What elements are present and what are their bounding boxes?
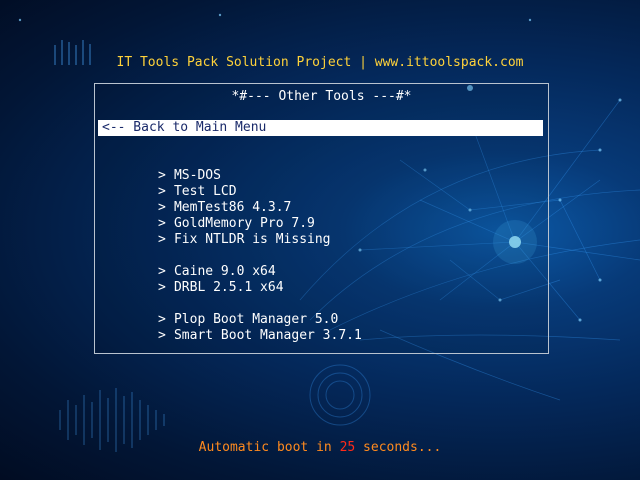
menu-title: *#--- Other Tools ---#*	[231, 89, 412, 104]
header-title: IT Tools Pack Solution Project | www.itt…	[116, 55, 524, 70]
auto-boot-countdown: Automatic boot in 25 seconds...	[0, 440, 640, 456]
menu-item-goldmemory[interactable]: > GoldMemory Pro 7.9	[111, 200, 315, 231]
menu-item-memtest86[interactable]: > MemTest86 4.3.7	[111, 184, 291, 215]
chevron-right-icon: >	[157, 280, 166, 295]
menu-panel: *#--- Other Tools ---#* <-- Back to Main…	[94, 83, 549, 354]
chevron-right-icon: >	[157, 328, 166, 343]
boot-menu-screen: IT Tools Pack Solution Project | www.itt…	[0, 0, 640, 480]
menu-item-label: Fix NTLDR is Missing	[173, 232, 331, 247]
back-to-main-menu-item[interactable]: <-- Back to Main Menu	[98, 120, 543, 136]
menu-item-label: Smart Boot Manager 3.7.1	[173, 328, 362, 343]
menu-item-drbl[interactable]: > DRBL 2.5.1 x64	[111, 264, 284, 295]
menu-item-label: DRBL 2.5.1 x64	[173, 280, 284, 295]
menu-item-ms-dos[interactable]: > MS-DOS	[111, 152, 221, 183]
countdown-seconds: 25	[339, 440, 356, 455]
countdown-prefix: Automatic boot in	[198, 440, 340, 455]
menu-item-caine[interactable]: > Caine 9.0 x64	[111, 248, 276, 279]
countdown-suffix: seconds...	[355, 440, 442, 455]
menu-item-smart-boot-manager[interactable]: > Smart Boot Manager 3.7.1	[111, 312, 362, 343]
menu-item-fix-ntldr[interactable]: > Fix NTLDR is Missing	[111, 216, 331, 247]
menu-item-plop-boot-manager[interactable]: > Plop Boot Manager 5.0	[111, 296, 338, 327]
menu-item-test-lcd[interactable]: > Test LCD	[111, 168, 237, 199]
chevron-right-icon: >	[157, 232, 166, 247]
